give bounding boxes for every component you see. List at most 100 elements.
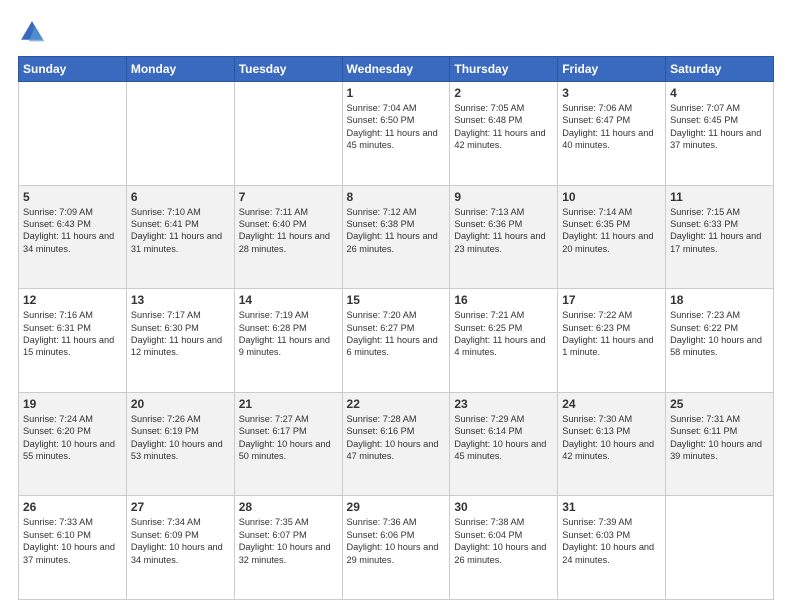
day-number: 25: [670, 397, 769, 411]
day-cell: 19 Sunrise: 7:24 AM Sunset: 6:20 PM Dayli…: [19, 392, 127, 496]
day-info: Sunrise: 7:16 AM Sunset: 6:31 PM Dayligh…: [23, 309, 122, 359]
day-info: Sunrise: 7:22 AM Sunset: 6:23 PM Dayligh…: [562, 309, 661, 359]
logo: [18, 18, 50, 46]
day-cell: 24Sunrise: 7:30 AM Sunset: 6:13 PM Dayli…: [558, 392, 666, 496]
day-number: 28: [239, 500, 338, 514]
day-info: Sunrise: 7:11 AM Sunset: 6:40 PM Dayligh…: [239, 206, 338, 256]
weekday-wednesday: Wednesday: [342, 57, 450, 82]
day-cell: 28 Sunrise: 7:35 AM Sunset: 6:07 PM Dayli…: [234, 496, 342, 600]
day-cell: 5Sunrise: 7:09 AM Sunset: 6:43 PM Daylig…: [19, 185, 127, 289]
day-number: 4: [670, 86, 769, 100]
day-cell: 12 Sunrise: 7:16 AM Sunset: 6:31 PM Dayli…: [19, 289, 127, 393]
day-cell: 3 Sunrise: 7:06 AM Sunset: 6:47 PM Daylig…: [558, 82, 666, 186]
day-cell: 21 Sunrise: 7:27 AM Sunset: 6:17 PM Dayli…: [234, 392, 342, 496]
day-info: Sunrise: 7:23 AM Sunset: 6:22 PM Dayligh…: [670, 309, 769, 359]
day-info: Sunrise: 7:14 AM Sunset: 6:35 PM Dayligh…: [562, 206, 661, 256]
day-info: Sunrise: 7:05 AM Sunset: 6:48 PM Dayligh…: [454, 102, 553, 152]
day-number: 7: [239, 190, 338, 204]
weekday-friday: Friday: [558, 57, 666, 82]
day-info: Sunrise: 7:33 AM Sunset: 6:10 PM Dayligh…: [23, 516, 122, 566]
day-number: 15: [347, 293, 446, 307]
day-cell: 26 Sunrise: 7:33 AM Sunset: 6:10 PM Dayli…: [19, 496, 127, 600]
day-cell: 4Sunrise: 7:07 AM Sunset: 6:45 PM Daylig…: [666, 82, 774, 186]
calendar-table: SundayMondayTuesdayWednesdayThursdayFrid…: [18, 56, 774, 600]
day-cell: 18 Sunrise: 7:23 AM Sunset: 6:22 PM Dayli…: [666, 289, 774, 393]
day-number: 8: [347, 190, 446, 204]
day-cell: [666, 496, 774, 600]
page-header: [18, 18, 774, 46]
day-cell: 1Sunrise: 7:04 AM Sunset: 6:50 PM Daylig…: [342, 82, 450, 186]
day-number: 31: [562, 500, 661, 514]
day-number: 27: [131, 500, 230, 514]
day-cell: 20 Sunrise: 7:26 AM Sunset: 6:19 PM Dayli…: [126, 392, 234, 496]
day-cell: 9 Sunrise: 7:13 AM Sunset: 6:36 PM Daylig…: [450, 185, 558, 289]
day-cell: 23 Sunrise: 7:29 AM Sunset: 6:14 PM Dayli…: [450, 392, 558, 496]
day-number: 14: [239, 293, 338, 307]
weekday-tuesday: Tuesday: [234, 57, 342, 82]
day-number: 6: [131, 190, 230, 204]
day-info: Sunrise: 7:34 AM Sunset: 6:09 PM Dayligh…: [131, 516, 230, 566]
week-row-3: 12 Sunrise: 7:16 AM Sunset: 6:31 PM Dayli…: [19, 289, 774, 393]
day-info: Sunrise: 7:21 AM Sunset: 6:25 PM Dayligh…: [454, 309, 553, 359]
day-info: Sunrise: 7:26 AM Sunset: 6:19 PM Dayligh…: [131, 413, 230, 463]
day-number: 2: [454, 86, 553, 100]
day-number: 13: [131, 293, 230, 307]
day-cell: 6 Sunrise: 7:10 AM Sunset: 6:41 PM Daylig…: [126, 185, 234, 289]
day-cell: 14Sunrise: 7:19 AM Sunset: 6:28 PM Dayli…: [234, 289, 342, 393]
day-cell: 13 Sunrise: 7:17 AM Sunset: 6:30 PM Dayli…: [126, 289, 234, 393]
day-info: Sunrise: 7:06 AM Sunset: 6:47 PM Dayligh…: [562, 102, 661, 152]
day-cell: 16 Sunrise: 7:21 AM Sunset: 6:25 PM Dayli…: [450, 289, 558, 393]
weekday-sunday: Sunday: [19, 57, 127, 82]
day-info: Sunrise: 7:15 AM Sunset: 6:33 PM Dayligh…: [670, 206, 769, 256]
day-cell: 25Sunrise: 7:31 AM Sunset: 6:11 PM Dayli…: [666, 392, 774, 496]
day-cell: [126, 82, 234, 186]
day-cell: 22 Sunrise: 7:28 AM Sunset: 6:16 PM Dayli…: [342, 392, 450, 496]
day-info: Sunrise: 7:17 AM Sunset: 6:30 PM Dayligh…: [131, 309, 230, 359]
day-cell: 7 Sunrise: 7:11 AM Sunset: 6:40 PM Daylig…: [234, 185, 342, 289]
day-cell: 10 Sunrise: 7:14 AM Sunset: 6:35 PM Dayli…: [558, 185, 666, 289]
day-number: 11: [670, 190, 769, 204]
weekday-monday: Monday: [126, 57, 234, 82]
day-number: 5: [23, 190, 122, 204]
day-cell: 31 Sunrise: 7:39 AM Sunset: 6:03 PM Dayli…: [558, 496, 666, 600]
week-row-1: 1Sunrise: 7:04 AM Sunset: 6:50 PM Daylig…: [19, 82, 774, 186]
day-info: Sunrise: 7:35 AM Sunset: 6:07 PM Dayligh…: [239, 516, 338, 566]
day-cell: 29 Sunrise: 7:36 AM Sunset: 6:06 PM Dayli…: [342, 496, 450, 600]
day-info: Sunrise: 7:10 AM Sunset: 6:41 PM Dayligh…: [131, 206, 230, 256]
day-info: Sunrise: 7:30 AM Sunset: 6:13 PM Dayligh…: [562, 413, 661, 463]
day-number: 17: [562, 293, 661, 307]
day-number: 20: [131, 397, 230, 411]
logo-icon: [18, 18, 46, 46]
day-number: 1: [347, 86, 446, 100]
day-info: Sunrise: 7:13 AM Sunset: 6:36 PM Dayligh…: [454, 206, 553, 256]
day-number: 26: [23, 500, 122, 514]
day-cell: [234, 82, 342, 186]
weekday-thursday: Thursday: [450, 57, 558, 82]
day-cell: 15 Sunrise: 7:20 AM Sunset: 6:27 PM Dayli…: [342, 289, 450, 393]
day-number: 29: [347, 500, 446, 514]
day-number: 16: [454, 293, 553, 307]
day-info: Sunrise: 7:29 AM Sunset: 6:14 PM Dayligh…: [454, 413, 553, 463]
day-info: Sunrise: 7:28 AM Sunset: 6:16 PM Dayligh…: [347, 413, 446, 463]
day-info: Sunrise: 7:27 AM Sunset: 6:17 PM Dayligh…: [239, 413, 338, 463]
day-info: Sunrise: 7:20 AM Sunset: 6:27 PM Dayligh…: [347, 309, 446, 359]
day-info: Sunrise: 7:39 AM Sunset: 6:03 PM Dayligh…: [562, 516, 661, 566]
day-info: Sunrise: 7:24 AM Sunset: 6:20 PM Dayligh…: [23, 413, 122, 463]
day-info: Sunrise: 7:12 AM Sunset: 6:38 PM Dayligh…: [347, 206, 446, 256]
day-number: 21: [239, 397, 338, 411]
day-info: Sunrise: 7:36 AM Sunset: 6:06 PM Dayligh…: [347, 516, 446, 566]
day-cell: 8 Sunrise: 7:12 AM Sunset: 6:38 PM Daylig…: [342, 185, 450, 289]
day-number: 22: [347, 397, 446, 411]
day-number: 23: [454, 397, 553, 411]
week-row-5: 26 Sunrise: 7:33 AM Sunset: 6:10 PM Dayli…: [19, 496, 774, 600]
day-number: 3: [562, 86, 661, 100]
day-number: 30: [454, 500, 553, 514]
day-cell: 27 Sunrise: 7:34 AM Sunset: 6:09 PM Dayli…: [126, 496, 234, 600]
day-number: 9: [454, 190, 553, 204]
day-cell: [19, 82, 127, 186]
day-number: 19: [23, 397, 122, 411]
day-number: 18: [670, 293, 769, 307]
day-number: 12: [23, 293, 122, 307]
day-number: 10: [562, 190, 661, 204]
day-cell: 11 Sunrise: 7:15 AM Sunset: 6:33 PM Dayli…: [666, 185, 774, 289]
